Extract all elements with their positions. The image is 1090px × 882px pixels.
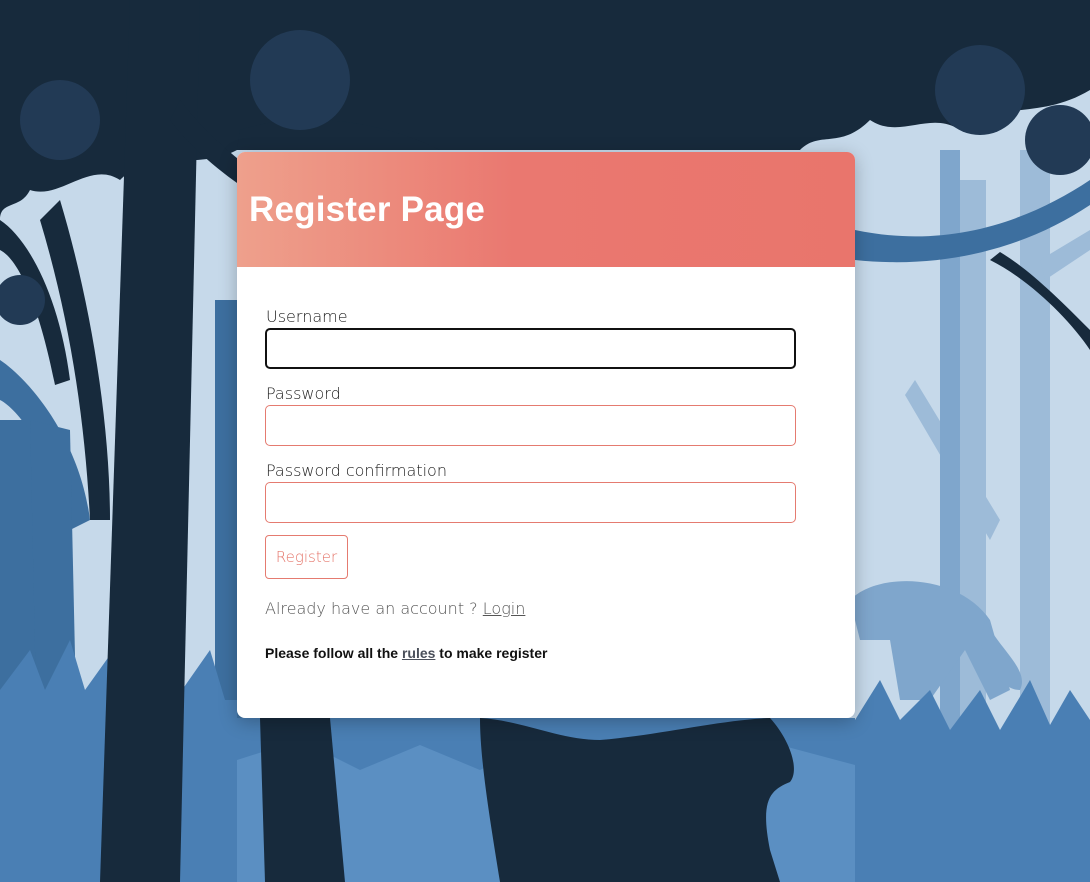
login-link[interactable]: Login bbox=[483, 599, 526, 618]
register-button[interactable]: Register bbox=[265, 535, 348, 579]
rules-suffix-text: to make register bbox=[439, 645, 548, 661]
register-card: Register Page Username Password Password… bbox=[237, 152, 855, 718]
password-input[interactable] bbox=[265, 405, 796, 446]
register-form: Username Password Password confirmation … bbox=[237, 267, 855, 661]
username-label: Username bbox=[266, 307, 348, 326]
account-prompt-text: Already have an account ? bbox=[265, 599, 478, 618]
password-label: Password bbox=[266, 384, 341, 403]
login-prompt: Already have an account ? Login bbox=[265, 599, 855, 618]
password-confirmation-label: Password confirmation bbox=[266, 461, 447, 480]
card-header: Register Page bbox=[237, 152, 855, 267]
username-input[interactable] bbox=[265, 328, 796, 369]
password-confirmation-input[interactable] bbox=[265, 482, 796, 523]
rules-notice: Please follow all the rules to make regi… bbox=[265, 645, 855, 661]
rules-prefix-text: Please follow all the bbox=[265, 645, 399, 661]
page-title: Register Page bbox=[249, 189, 486, 229]
rules-link[interactable]: rules bbox=[402, 645, 435, 661]
